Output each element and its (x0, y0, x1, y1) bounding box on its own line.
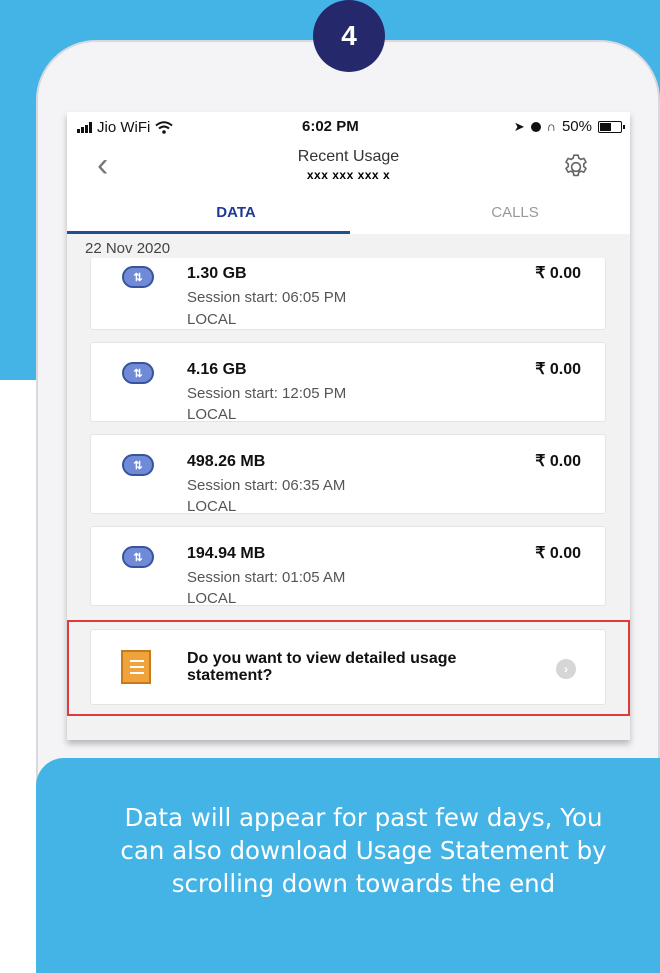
session-type: LOCAL (187, 311, 237, 328)
session-data-size: 194.94 MB (187, 545, 266, 562)
data-transfer-icon: ⇅ (122, 546, 154, 568)
phone-screenshot: Jio WiFi 6:02 PM ➤ ∩ 50% ‹ Recent Usage … (67, 112, 630, 740)
session-data-size: 1.30 GB (187, 265, 247, 282)
session-amount: ₹ 0.00 (535, 453, 581, 470)
usage-session-card[interactable]: ⇅ 194.94 MB Session start: 01:05 AM LOCA… (90, 526, 606, 607)
app-header: ‹ Recent Usage xxx xxx xxx x (67, 142, 630, 194)
data-transfer-icon: ⇅ (122, 454, 154, 476)
session-start-time: Session start: 06:05 PM (187, 289, 347, 306)
usage-session-card[interactable]: ⇅ 4.16 GB Session start: 12:05 PM LOCAL … (90, 342, 606, 423)
alarm-icon (530, 121, 541, 132)
page-title: Recent Usage (297, 148, 400, 165)
session-start-time: Session start: 06:35 AM (187, 477, 346, 494)
session-type: LOCAL (187, 498, 237, 515)
statement-prompt: Do you want to view detailed usage state… (187, 650, 457, 684)
carrier-name: Jio WiFi (97, 119, 151, 136)
tab-calls[interactable]: CALLS (430, 204, 600, 221)
tab-data[interactable]: DATA (146, 204, 326, 221)
usage-session-card[interactable]: ⇅ 498.26 MB Session start: 06:35 AM LOCA… (90, 434, 606, 515)
phone-number: xxx xxx xxx x (306, 168, 391, 182)
document-icon (121, 650, 151, 684)
session-start-time: Session start: 12:05 PM (187, 385, 347, 402)
gear-icon[interactable] (561, 152, 591, 182)
usage-session-card[interactable]: ⇅ 1.30 GB Session start: 06:05 PM LOCAL … (90, 258, 606, 330)
step-number-badge: 4 (313, 0, 385, 72)
battery-icon (598, 120, 625, 133)
status-time: 6:02 PM (302, 118, 359, 135)
session-data-size: 498.26 MB (187, 453, 266, 470)
chevron-right-icon[interactable]: › (556, 659, 576, 679)
status-right: ➤ ∩ 50% (513, 118, 625, 135)
session-start-time: Session start: 01:05 AM (187, 569, 346, 586)
session-amount: ₹ 0.00 (535, 361, 581, 378)
session-type: LOCAL (187, 590, 237, 607)
info-text: Data will appear for past few days, You … (120, 803, 607, 898)
info-callout: Data will appear for past few days, You … (36, 758, 660, 973)
tab-bar: DATA CALLS (67, 194, 630, 235)
session-type: LOCAL (187, 406, 237, 423)
session-amount: ₹ 0.00 (535, 545, 581, 562)
session-data-size: 4.16 GB (187, 361, 247, 378)
status-bar: Jio WiFi 6:02 PM ➤ ∩ 50% (67, 112, 630, 142)
wifi-icon (155, 121, 173, 134)
headphones-icon: ∩ (546, 119, 556, 134)
data-transfer-icon: ⇅ (122, 266, 154, 288)
status-left: Jio WiFi (77, 119, 173, 136)
date-group-label: 22 Nov 2020 (85, 240, 171, 257)
signal-icon (77, 122, 92, 133)
session-amount: ₹ 0.00 (535, 265, 581, 282)
data-transfer-icon: ⇅ (122, 362, 154, 384)
usage-statement-link[interactable]: Do you want to view detailed usage state… (90, 629, 606, 705)
usage-list: 22 Nov 2020 ⇅ 1.30 GB Session start: 06:… (67, 234, 630, 740)
location-icon: ➤ (513, 118, 525, 134)
battery-percent: 50% (561, 118, 592, 135)
